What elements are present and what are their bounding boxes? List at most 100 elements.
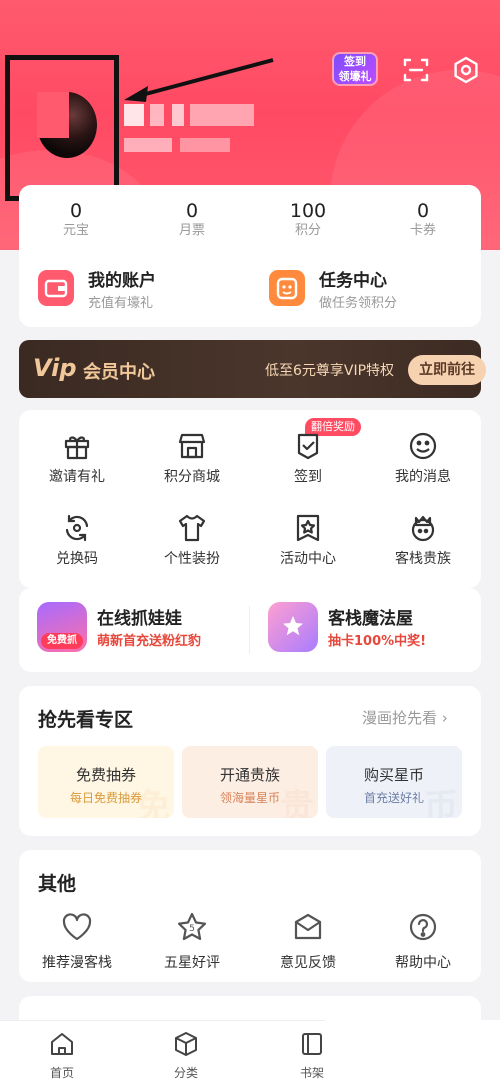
checkin-icon bbox=[258, 430, 358, 462]
other-label: 推荐漫客栈 bbox=[42, 955, 112, 971]
other-label: 意见反馈 bbox=[280, 955, 336, 971]
promo-subtitle: 抽卡100%中奖! bbox=[328, 634, 427, 649]
magic-card-image bbox=[268, 602, 318, 652]
promo-subtitle: 萌新首充送粉红豹 bbox=[97, 634, 202, 649]
feature-redeem-code[interactable]: 兑换码 bbox=[27, 512, 127, 568]
activity-star-icon bbox=[258, 512, 358, 544]
tab-home[interactable]: 首页 bbox=[32, 1030, 92, 1081]
vip-banner[interactable]: Vip 会员中心 低至6元尊享VIP特权 立即前往 bbox=[19, 340, 486, 398]
stat-value: 0 bbox=[185, 200, 199, 222]
stat-label: 月票 bbox=[178, 223, 205, 238]
vip-logo: Vip bbox=[33, 354, 77, 382]
bookshelf-icon bbox=[298, 1033, 326, 1062]
my-account-subtitle: 充值有壕礼 bbox=[88, 296, 154, 311]
stat-value: 0 bbox=[69, 200, 83, 222]
smile-message-icon bbox=[373, 430, 473, 462]
task-center-title: 任务中心 bbox=[319, 271, 387, 291]
signin-badge-line2: 领壕礼 bbox=[338, 70, 372, 83]
stat-monthly-ticket[interactable]: 0 月票 bbox=[152, 200, 232, 240]
task-center-button[interactable]: 任务中心 做任务领积分 bbox=[269, 262, 459, 312]
stat-yuanbao[interactable]: 0 元宝 bbox=[36, 200, 116, 240]
my-account-button[interactable]: 我的账户 充值有壕礼 bbox=[38, 262, 228, 312]
stat-label: 积分 bbox=[294, 223, 321, 238]
stat-label: 卡券 bbox=[409, 223, 436, 238]
redeem-icon bbox=[27, 512, 127, 544]
other-five-star[interactable]: 5 五星好评 bbox=[142, 912, 242, 972]
feature-activity-center[interactable]: 活动中心 bbox=[258, 512, 358, 568]
tab-category[interactable]: 分类 bbox=[156, 1030, 216, 1081]
promo-divider bbox=[249, 606, 250, 654]
promo-title: 客栈魔法屋 bbox=[328, 609, 413, 629]
feature-messages[interactable]: 我的消息 bbox=[373, 430, 473, 486]
username-redacted bbox=[150, 104, 164, 126]
early-card-buy-coins[interactable]: 购买星币 首充送好礼 币 bbox=[326, 746, 462, 818]
scan-icon[interactable] bbox=[402, 56, 430, 84]
arrow-annotation bbox=[124, 58, 274, 102]
other-recommend[interactable]: 推荐漫客栈 bbox=[27, 912, 127, 972]
stat-value: 0 bbox=[416, 200, 430, 222]
user-id-redacted bbox=[124, 138, 172, 152]
avatar-highlight-box bbox=[5, 55, 119, 201]
username-redacted bbox=[124, 104, 144, 126]
watermark-decoration: 币 bbox=[424, 787, 458, 818]
stat-label: 元宝 bbox=[62, 223, 89, 238]
promo-claw-machine[interactable]: 免费抓 在线抓娃娃 萌新首充送粉红豹 bbox=[37, 596, 237, 654]
stat-value: 100 bbox=[289, 200, 327, 222]
feature-nobility[interactable]: 客栈贵族 bbox=[373, 512, 473, 568]
vip-description: 低至6元尊享VIP特权 bbox=[265, 363, 395, 379]
feedback-icon bbox=[292, 913, 324, 946]
task-icon bbox=[269, 270, 305, 306]
promo-title: 在线抓娃娃 bbox=[97, 609, 182, 629]
feature-label: 个性装扮 bbox=[164, 551, 220, 567]
claw-machine-image: 免费抓 bbox=[37, 602, 87, 652]
username-redacted bbox=[172, 104, 184, 126]
cropped-area bbox=[325, 1020, 500, 1084]
promo-magic-house[interactable]: 客栈魔法屋 抽卡100%中奖! bbox=[268, 596, 468, 654]
early-card-nobility[interactable]: 开通贵族 领海量星币 贵 bbox=[182, 746, 318, 818]
wallet-icon bbox=[38, 270, 74, 306]
feature-label: 活动中心 bbox=[280, 551, 336, 567]
gear-icon[interactable] bbox=[452, 56, 480, 84]
gift-icon bbox=[27, 430, 127, 462]
vip-go-button[interactable]: 立即前往 bbox=[408, 355, 486, 385]
feature-label: 邀请有礼 bbox=[49, 469, 105, 485]
my-account-title: 我的账户 bbox=[88, 271, 156, 291]
feature-label: 客栈贵族 bbox=[395, 551, 451, 567]
other-label: 帮助中心 bbox=[395, 955, 451, 971]
claw-free-label: 免费抓 bbox=[41, 633, 83, 649]
early-card-free-coupon[interactable]: 免费抽券 每日免费抽券 免 bbox=[38, 746, 174, 818]
signin-badge-line1: 签到 bbox=[344, 55, 366, 68]
heart-icon bbox=[61, 913, 93, 946]
signin-gift-button[interactable]: 签到 领壕礼 bbox=[332, 52, 378, 86]
home-icon bbox=[48, 1033, 76, 1062]
feature-label: 兑换码 bbox=[56, 551, 98, 567]
tab-label: 分类 bbox=[173, 1066, 198, 1080]
user-id-redacted bbox=[180, 138, 230, 152]
store-icon bbox=[142, 430, 242, 462]
stat-points[interactable]: 100 积分 bbox=[268, 200, 348, 240]
feature-invite[interactable]: 邀请有礼 bbox=[27, 430, 127, 486]
watermark-decoration: 贵 bbox=[280, 787, 314, 818]
early-access-more-link[interactable]: 漫画抢先看 › bbox=[362, 707, 448, 728]
stat-coupons[interactable]: 0 卡券 bbox=[383, 200, 463, 240]
feature-dressup[interactable]: 个性装扮 bbox=[142, 512, 242, 568]
early-access-title: 抢先看专区 bbox=[38, 709, 134, 731]
feature-checkin[interactable]: 签到 bbox=[258, 430, 358, 486]
feature-points-store[interactable]: 积分商城 bbox=[142, 430, 242, 486]
feature-label: 我的消息 bbox=[395, 469, 451, 485]
feature-label: 积分商城 bbox=[164, 469, 220, 485]
task-center-subtitle: 做任务领积分 bbox=[319, 296, 398, 311]
category-box-icon bbox=[172, 1032, 200, 1062]
crown-icon bbox=[373, 512, 473, 544]
watermark-decoration: 免 bbox=[136, 787, 170, 818]
svg-text:5: 5 bbox=[189, 924, 195, 934]
other-title: 其他 bbox=[38, 873, 77, 895]
five-star-icon: 5 bbox=[176, 912, 208, 946]
shirt-icon bbox=[142, 512, 242, 544]
other-label: 五星好评 bbox=[164, 955, 220, 971]
other-feedback[interactable]: 意见反馈 bbox=[258, 912, 358, 972]
tab-label: 首页 bbox=[49, 1066, 74, 1080]
other-help[interactable]: 帮助中心 bbox=[373, 912, 473, 972]
username-redacted bbox=[190, 104, 254, 126]
feature-label: 签到 bbox=[294, 469, 322, 485]
